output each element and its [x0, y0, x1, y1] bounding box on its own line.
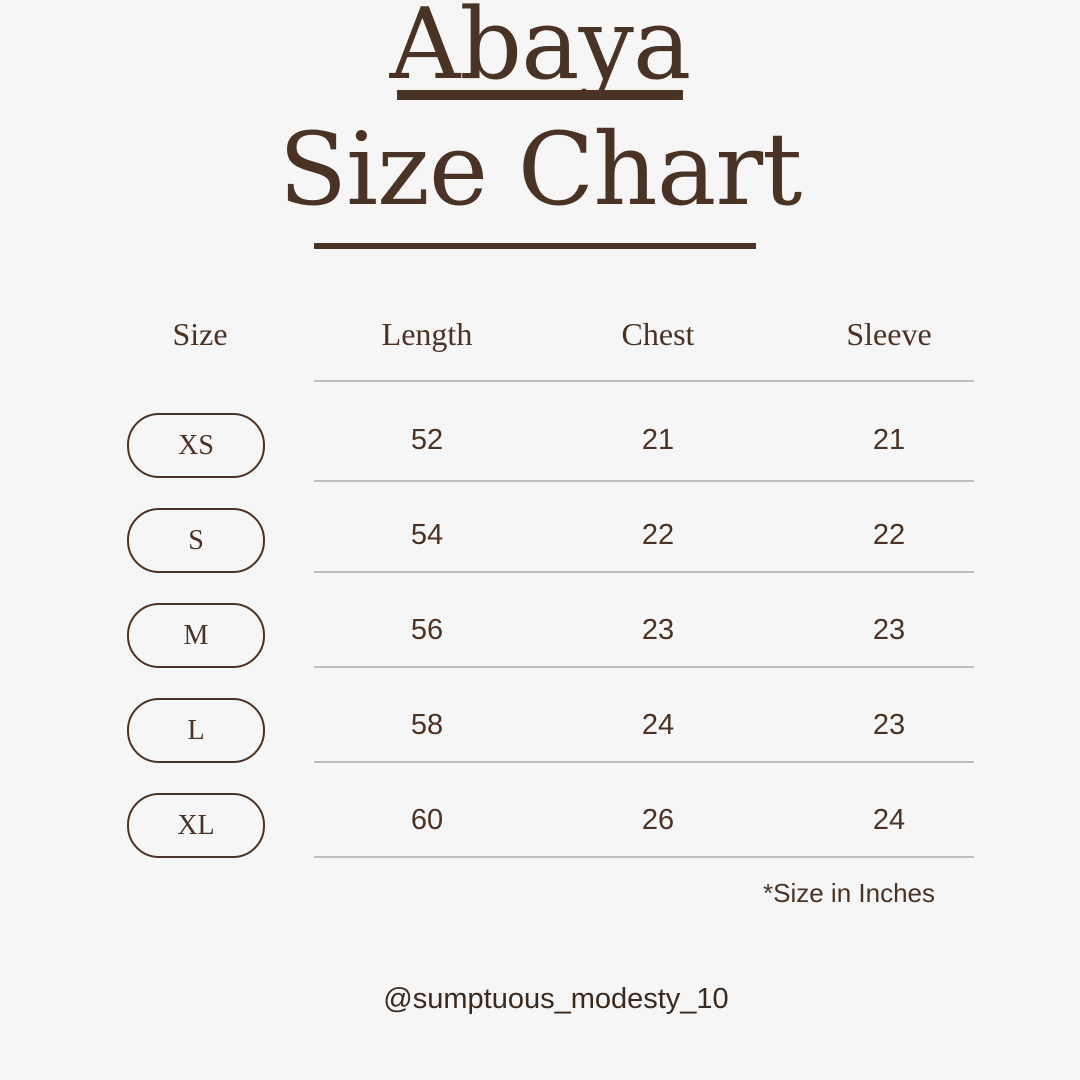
size-badge-m: M	[127, 603, 265, 668]
cell-length-s: 54	[410, 519, 444, 551]
row-divider	[314, 761, 974, 763]
title-line-2-underline	[314, 243, 756, 249]
cell-sleeve-xl: 24	[872, 804, 906, 836]
header-size: Size	[172, 316, 228, 352]
cell-chest-m: 23	[641, 614, 675, 646]
row-divider	[314, 571, 974, 573]
cell-length-m: 56	[410, 614, 444, 646]
header-chest: Chest	[621, 316, 695, 352]
header-divider	[314, 380, 974, 382]
cell-chest-l: 24	[641, 709, 675, 741]
title-line-2: Size Chart	[278, 111, 803, 228]
cell-sleeve-s: 22	[872, 519, 906, 551]
cell-length-l: 58	[410, 709, 444, 741]
cell-length-xl: 60	[410, 804, 444, 836]
cell-chest-s: 22	[641, 519, 675, 551]
title-line-1-underline	[397, 90, 683, 100]
cell-chest-xl: 26	[641, 804, 675, 836]
header-sleeve: Sleeve	[846, 316, 932, 352]
cell-sleeve-m: 23	[872, 614, 906, 646]
cell-sleeve-xs: 21	[872, 424, 906, 456]
header-length: Length	[381, 316, 473, 352]
cell-chest-xs: 21	[641, 424, 675, 456]
size-badge-xs: XS	[127, 413, 265, 478]
size-badge-s: S	[127, 508, 265, 573]
cell-length-xs: 52	[410, 424, 444, 456]
row-divider	[314, 480, 974, 482]
units-note: *Size in Inches	[763, 878, 935, 908]
cell-sleeve-l: 23	[872, 709, 906, 741]
size-badge-l: L	[127, 698, 265, 763]
row-divider	[314, 856, 974, 858]
social-handle: @sumptuous_modesty_10	[383, 983, 729, 1015]
size-badge-xl: XL	[127, 793, 265, 858]
row-divider	[314, 666, 974, 668]
title-line-1: Abaya	[389, 0, 692, 102]
